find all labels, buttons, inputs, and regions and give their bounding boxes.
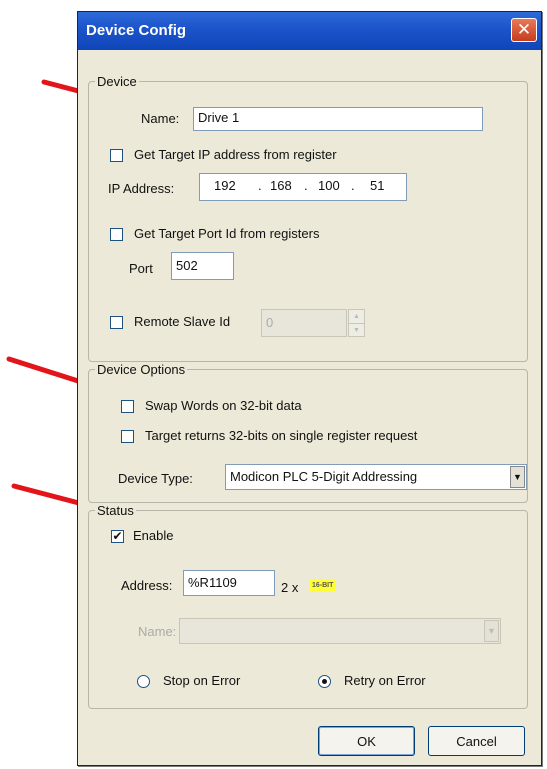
port-label: Port [129,261,153,276]
ip-octet-1: 192 [214,178,236,193]
port-input[interactable]: 502 [171,252,234,280]
remote-slave-spinner[interactable]: ▲ ▼ [348,309,365,337]
swap-words-checkbox[interactable] [121,400,134,413]
ip-address-label: IP Address: [108,181,175,196]
get-ip-label: Get Target IP address from register [134,147,337,162]
spin-up-icon[interactable]: ▲ [349,310,364,323]
ip-octet-4: 51 [370,178,385,193]
status-name-select[interactable]: ▼ [179,618,501,644]
device-type-label: Device Type: [118,471,193,486]
enable-label: Enable [133,528,174,543]
ip-dot-3: . [351,178,355,193]
ip-octet-2: 168 [270,178,292,193]
remote-slave-checkbox[interactable] [110,316,123,329]
retry-on-error-radio[interactable] [318,675,331,688]
cancel-button[interactable]: Cancel [428,726,525,756]
ok-button[interactable]: OK [318,726,415,756]
dialog-title: Device Config [86,22,187,39]
remote-slave-input[interactable]: 0 [261,309,347,337]
device-options-legend: Device Options [97,362,186,377]
address-label: Address: [121,578,173,593]
name-input[interactable]: Drive 1 [193,107,483,131]
close-icon: ✕ [516,20,532,39]
title-bar[interactable]: Device Config ✕ [78,12,541,50]
target-returns-label: Target returns 32-bits on single registe… [145,428,418,443]
ok-button-label: OK [357,733,376,749]
ip-dot-1: . [258,178,262,193]
device-type-value: Modicon PLC 5-Digit Addressing [230,469,418,484]
target-returns-checkbox[interactable] [121,430,134,443]
device-group-legend: Device [97,74,137,89]
stop-on-error-label: Stop on Error [163,673,241,688]
ip-dot-2: . [304,178,308,193]
get-port-label: Get Target Port Id from registers [134,226,320,241]
status-legend: Status [97,503,134,518]
get-port-checkbox[interactable] [110,228,123,241]
bit-width-badge[interactable]: 16-BIT [310,579,336,592]
enable-checkbox[interactable]: ✔ [111,530,124,543]
status-name-label: Name: [138,624,177,639]
remote-slave-label: Remote Slave Id [134,314,231,329]
address-input[interactable]: %R1109 [183,570,275,596]
name-label: Name: [141,111,180,126]
device-config-dialog: Device Config ✕ Device Name: Drive 1 Get… [77,11,542,766]
ip-octet-3: 100 [318,178,340,193]
device-type-select[interactable]: Modicon PLC 5-Digit Addressing ▼ [225,464,527,490]
chevron-down-icon[interactable]: ▼ [510,466,525,488]
stop-on-error-radio[interactable] [137,675,150,688]
retry-on-error-label: Retry on Error [344,673,426,688]
spin-down-icon[interactable]: ▼ [349,323,364,336]
close-button[interactable]: ✕ [511,18,537,42]
get-ip-checkbox[interactable] [110,149,123,162]
swap-words-label: Swap Words on 32-bit data [145,398,302,413]
status-name-chevron-icon[interactable]: ▼ [484,620,499,642]
cancel-button-label: Cancel [456,733,497,749]
ip-address-input[interactable]: 192 . 168 . 100 . 51 [199,173,407,201]
multiplier-text: 2 x [281,580,299,595]
